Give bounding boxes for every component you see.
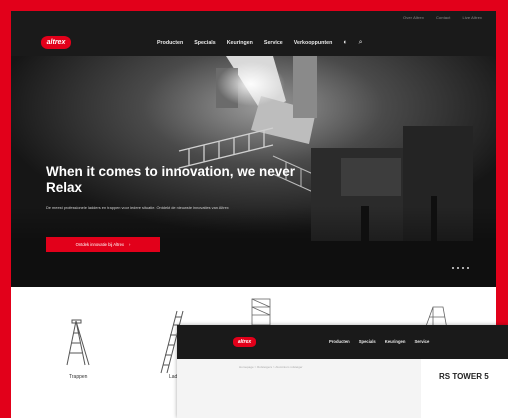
globe-icon[interactable]: ◐ [343, 39, 347, 46]
hero-title: When it comes to innovation, we never Re… [46, 164, 296, 195]
product-page-header: altrex Producten Specials Keuringen Serv… [177, 325, 508, 359]
search-icon[interactable]: ⌕ [359, 39, 363, 46]
logo-text: altrex [237, 339, 252, 345]
nav-item-producten[interactable]: Producten [329, 339, 350, 344]
nav-item-keuringen[interactable]: Keuringen [385, 339, 406, 344]
nav-item-specials[interactable]: Specials [194, 40, 216, 46]
top-utility-bar: Over Altrex Contact Live Altrex [403, 15, 482, 20]
hero-cta-button[interactable]: Ontdek innovatie bij Altrex › [46, 237, 160, 252]
product-title: RS TOWER 5 [439, 372, 489, 381]
altrex-logo[interactable]: altrex [41, 36, 71, 49]
chevron-right-icon: › [129, 242, 131, 247]
topbar-link[interactable]: Contact [436, 15, 451, 20]
hero-subtitle: De meest professionele ladders en trappe… [46, 205, 229, 210]
slider-dots [452, 267, 469, 269]
altrex-logo[interactable]: altrex [233, 337, 256, 347]
topbar-link[interactable]: Over Altrex [403, 15, 424, 20]
cta-label: Ontdek innovatie bij Altrex [75, 242, 124, 247]
stepladder-icon[interactable] [59, 319, 99, 367]
nav-item-service[interactable]: Service [264, 40, 283, 46]
nav-item-verkooppunten[interactable]: Verkooppunten [294, 40, 333, 46]
slider-dot[interactable] [462, 267, 464, 269]
nav-item-keuringen[interactable]: Keuringen [227, 40, 253, 46]
main-nav: Producten Specials Keuringen Service Ver… [157, 39, 362, 46]
nav-item-service[interactable]: Service [414, 339, 429, 344]
nav-item-producten[interactable]: Producten [157, 40, 183, 46]
topbar-link[interactable]: Live Altrex [462, 15, 482, 20]
nav-item-specials[interactable]: Specials [359, 339, 376, 344]
logo-text: altrex [46, 39, 66, 46]
main-nav: Producten Specials Keuringen Service [329, 339, 429, 344]
product-label-trappen[interactable]: Trappen [69, 374, 87, 380]
product-page-window: altrex Producten Specials Keuringen Serv… [177, 325, 508, 418]
slider-dot[interactable] [467, 267, 469, 269]
hero-banner: When it comes to innovation, we never Re… [11, 56, 496, 287]
scaffold-icon[interactable] [249, 297, 273, 327]
slider-dot[interactable] [452, 267, 454, 269]
breadcrumb[interactable]: Homepage > Rolsteigers > Aluminium rolst… [239, 365, 303, 369]
slider-dot[interactable] [457, 267, 459, 269]
